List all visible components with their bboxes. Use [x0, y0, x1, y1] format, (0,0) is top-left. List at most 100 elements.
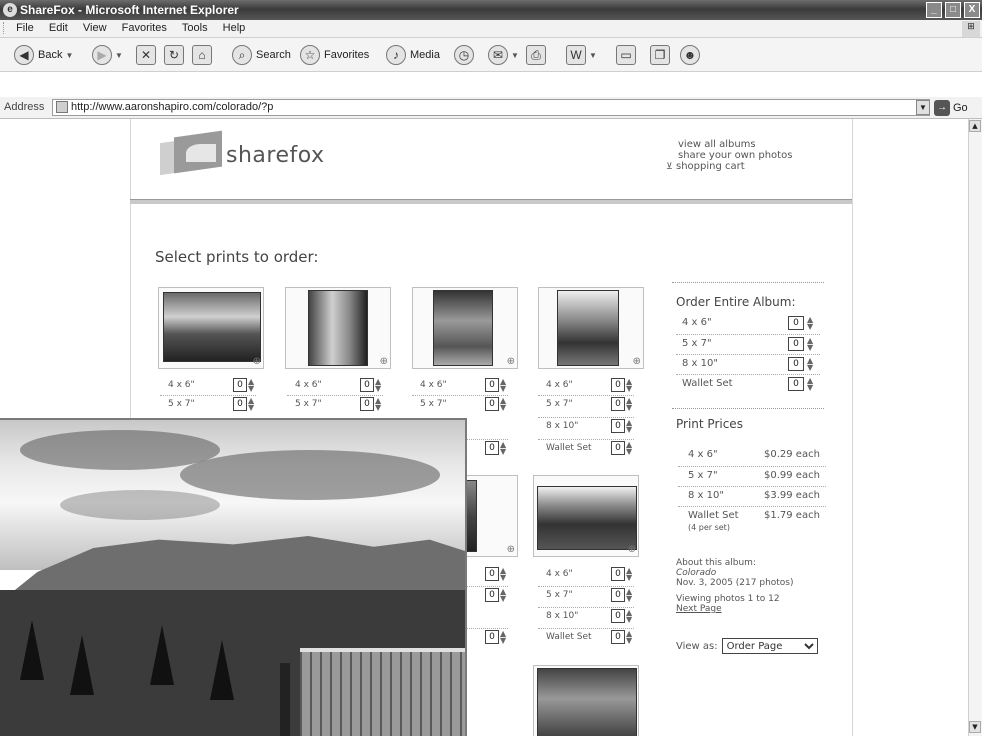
history-button[interactable]: ◷: [454, 44, 474, 66]
zoom-icon[interactable]: ⊕: [507, 544, 515, 555]
print-button[interactable]: ⎙: [526, 44, 546, 66]
quantity-field[interactable]: 0: [611, 588, 625, 602]
print-option-row: 4 x 6" 0 ▲ ▼: [538, 377, 634, 393]
quantity-spinner-icon[interactable]: ▲ ▼: [248, 397, 254, 412]
quantity-spinner-icon[interactable]: ▲ ▼: [626, 419, 632, 434]
logo-wordmark: sharefox: [226, 142, 325, 168]
quantity-spinner-icon[interactable]: ▲ ▼: [500, 630, 506, 645]
quantity-field[interactable]: 0: [485, 567, 499, 581]
home-button[interactable]: ⌂: [192, 44, 212, 66]
quantity-field[interactable]: 0: [485, 630, 499, 644]
quantity-spinner-icon[interactable]: ▲ ▼: [626, 441, 632, 456]
menu-edit[interactable]: Edit: [43, 20, 74, 36]
quantity-field[interactable]: 0: [233, 397, 247, 411]
album-option-row: 4 x 6" 0 ▲ ▼: [676, 314, 820, 332]
quantity-field[interactable]: 0: [485, 378, 499, 392]
go-label: Go: [953, 101, 968, 114]
menu-help[interactable]: Help: [217, 20, 252, 36]
quantity-spinner-icon[interactable]: ▲ ▼: [626, 567, 632, 582]
quantity-spinner-icon[interactable]: ▲ ▼: [248, 378, 254, 393]
zoom-icon[interactable]: ⊕: [628, 544, 636, 555]
zoom-icon[interactable]: ⊕: [633, 356, 641, 367]
menu-view[interactable]: View: [77, 20, 113, 36]
address-dropdown-icon[interactable]: ▼: [916, 100, 930, 115]
quantity-field[interactable]: 0: [485, 588, 499, 602]
close-button[interactable]: X: [964, 2, 980, 18]
vertical-scrollbar[interactable]: ▲ ▼: [968, 119, 982, 736]
quantity-spinner-icon[interactable]: ▲ ▼: [626, 397, 632, 412]
quantity-field[interactable]: 0: [788, 377, 804, 391]
go-button[interactable]: → Go: [934, 99, 968, 116]
quantity-field[interactable]: 0: [611, 630, 625, 644]
search-button[interactable]: ⌕ Search: [232, 44, 291, 66]
menu-tools[interactable]: Tools: [176, 20, 214, 36]
quantity-spinner-icon[interactable]: ▲ ▼: [626, 609, 632, 624]
quantity-spinner-icon[interactable]: ▲ ▼: [375, 397, 381, 412]
discuss-button[interactable]: ▭: [616, 44, 636, 66]
shopping-cart-link[interactable]: ⊻ shopping cart: [666, 161, 792, 173]
quantity-field[interactable]: 0: [611, 441, 625, 455]
quantity-field[interactable]: 0: [788, 357, 804, 371]
quantity-field[interactable]: 0: [611, 609, 625, 623]
refresh-button[interactable]: ↻: [164, 44, 184, 66]
favorites-button[interactable]: ☆ Favorites: [300, 44, 369, 66]
quantity-spinner-icon[interactable]: ▲ ▼: [500, 378, 506, 393]
quantity-spinner-icon[interactable]: ▲ ▼: [626, 588, 632, 603]
edit-button[interactable]: W ▼: [566, 44, 597, 66]
photo-thumbnail[interactable]: [533, 665, 639, 736]
quantity-spinner-icon[interactable]: ▲ ▼: [807, 357, 813, 372]
mail-button[interactable]: ✉ ▼: [488, 44, 519, 66]
stop-button[interactable]: ✕: [136, 44, 156, 66]
photo-thumbnail[interactable]: ⊕: [538, 287, 644, 369]
scroll-down-icon[interactable]: ▼: [969, 721, 981, 733]
maximize-button[interactable]: □: [945, 2, 961, 18]
top-links: view all albums share your own photos ⊻ s…: [666, 139, 792, 173]
menu-favorites[interactable]: Favorites: [116, 20, 173, 36]
view-as-select[interactable]: Order Page: [721, 638, 818, 654]
forward-button[interactable]: ▶ ▼: [92, 44, 123, 66]
quantity-spinner-icon[interactable]: ▲ ▼: [375, 378, 381, 393]
zoom-icon[interactable]: ⊕: [507, 356, 515, 367]
address-input[interactable]: http://www.aaronshapiro.com/colorado/?p: [52, 99, 930, 116]
next-page-link[interactable]: Next Page: [676, 604, 722, 614]
quantity-field[interactable]: 0: [788, 316, 804, 330]
quantity-field[interactable]: 0: [788, 337, 804, 351]
quantity-field[interactable]: 0: [611, 419, 625, 433]
quantity-field[interactable]: 0: [233, 378, 247, 392]
sharefox-logo[interactable]: sharefox: [160, 130, 325, 176]
quantity-field[interactable]: 0: [485, 441, 499, 455]
media-button[interactable]: ♪ Media: [386, 44, 440, 66]
quantity-field[interactable]: 0: [611, 378, 625, 392]
quantity-field[interactable]: 0: [360, 378, 374, 392]
quantity-spinner-icon[interactable]: ▲ ▼: [807, 337, 813, 352]
quantity-field[interactable]: 0: [611, 397, 625, 411]
scroll-up-icon[interactable]: ▲: [969, 120, 981, 132]
menu-file[interactable]: File: [10, 20, 40, 36]
messenger-button[interactable]: ☻: [680, 44, 700, 66]
view-all-albums-link[interactable]: view all albums: [678, 139, 792, 150]
quantity-field[interactable]: 0: [360, 397, 374, 411]
quantity-spinner-icon[interactable]: ▲ ▼: [807, 377, 813, 392]
quantity-spinner-icon[interactable]: ▲ ▼: [626, 630, 632, 645]
zoom-icon[interactable]: ⊕: [380, 356, 388, 367]
quantity-spinner-icon[interactable]: ▲ ▼: [500, 441, 506, 456]
photo-thumbnail[interactable]: ⊕: [533, 475, 639, 557]
quantity-spinner-icon[interactable]: ▲ ▼: [500, 567, 506, 582]
zoom-icon[interactable]: ⊕: [253, 356, 261, 367]
back-button[interactable]: ◀ Back ▼: [14, 44, 73, 66]
research-button[interactable]: ❐: [650, 44, 670, 66]
minimize-button[interactable]: _: [926, 2, 942, 18]
print-size-label: 4 x 6": [420, 380, 447, 390]
quantity-field[interactable]: 0: [611, 567, 625, 581]
quantity-spinner-icon[interactable]: ▲ ▼: [807, 316, 813, 331]
quantity-field[interactable]: 0: [485, 397, 499, 411]
share-photos-link[interactable]: share your own photos: [678, 150, 792, 161]
quantity-spinner-icon[interactable]: ▲ ▼: [500, 397, 506, 412]
logo-mark-icon: [160, 130, 224, 176]
quantity-spinner-icon[interactable]: ▲ ▼: [500, 588, 506, 603]
photo-thumbnail[interactable]: ⊕: [158, 287, 264, 369]
quantity-spinner-icon[interactable]: ▲ ▼: [626, 378, 632, 393]
photo-thumbnail[interactable]: ⊕: [412, 287, 518, 369]
wallet-set-note: (4 per set): [688, 523, 730, 532]
photo-thumbnail[interactable]: ⊕: [285, 287, 391, 369]
